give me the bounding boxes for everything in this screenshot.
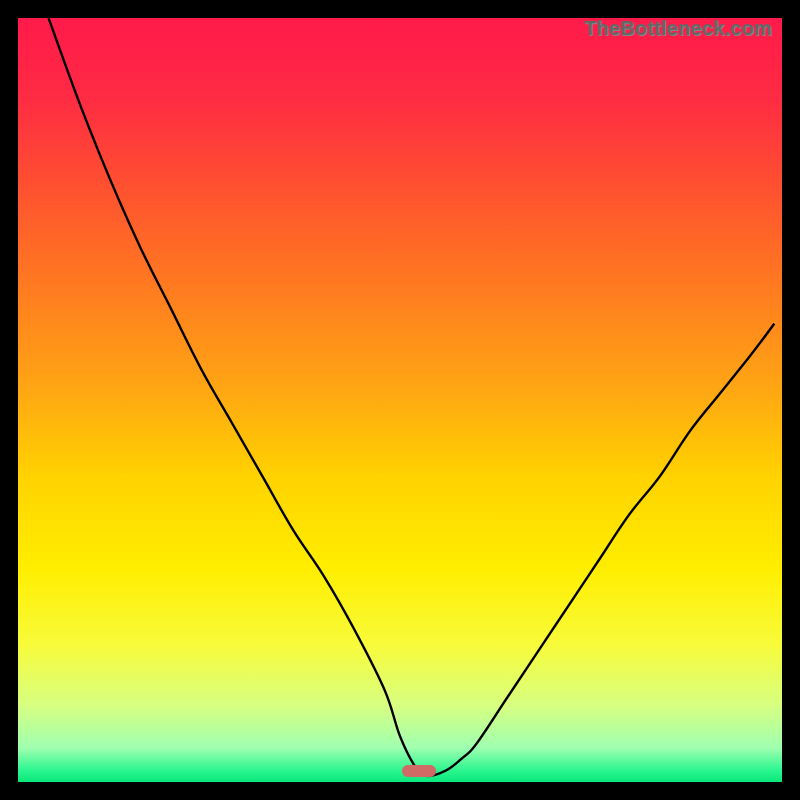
chart-frame: TheBottleneck.com — [0, 0, 800, 800]
plot-area: TheBottleneck.com — [18, 18, 782, 782]
optimal-point-marker — [402, 765, 436, 777]
watermark-text: TheBottleneck.com — [584, 18, 772, 41]
bottleneck-chart — [18, 18, 782, 782]
gradient-background — [18, 18, 782, 782]
